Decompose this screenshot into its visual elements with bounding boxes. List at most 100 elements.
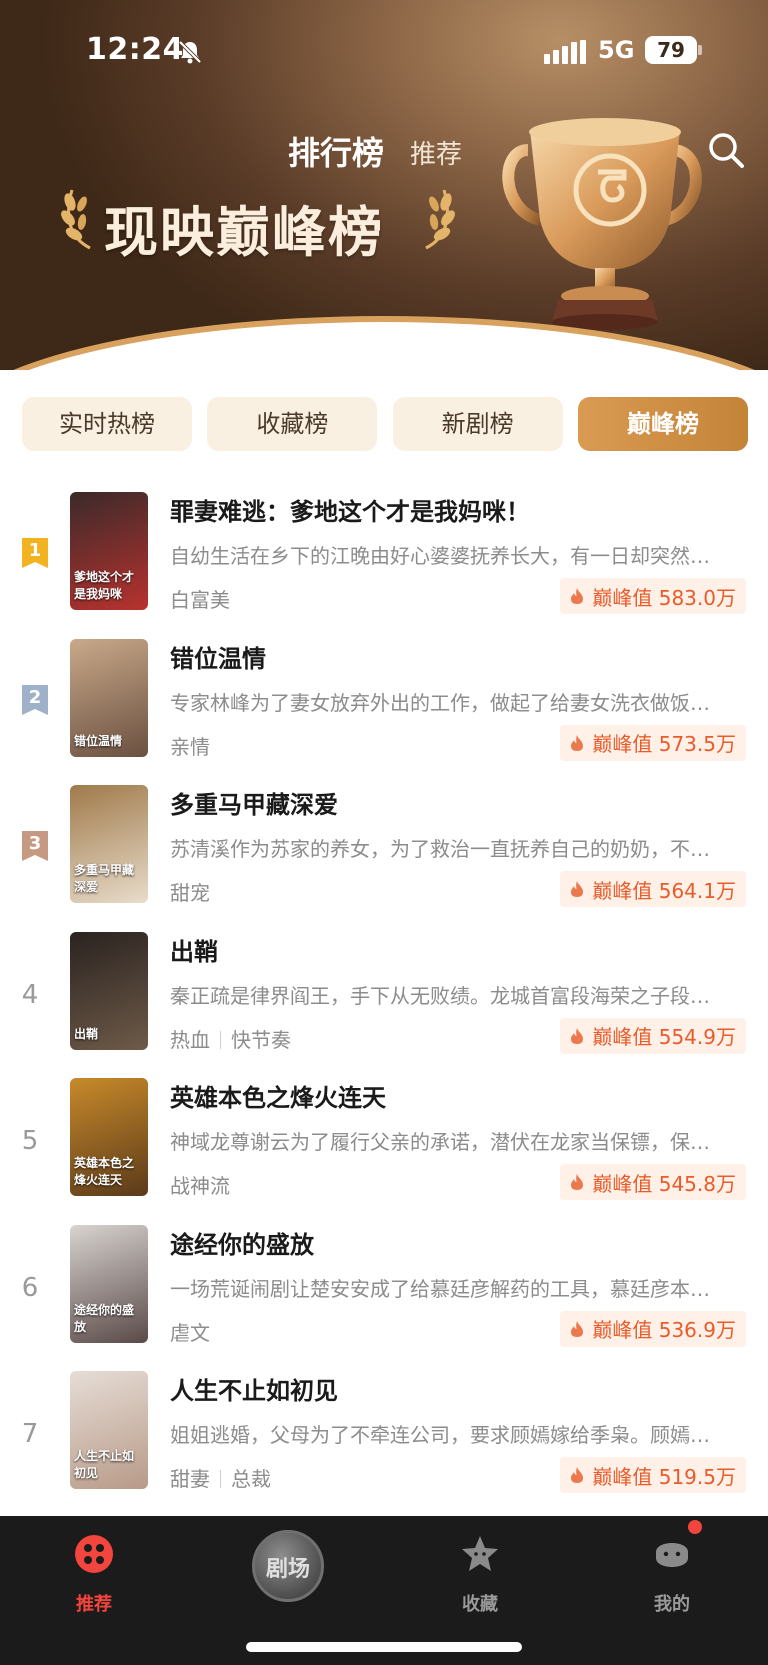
rank-number: 6 [21,1272,39,1303]
tag[interactable]: 甜宠 [170,881,210,905]
profile-icon [656,1543,688,1567]
notification-dot [688,1520,702,1534]
rank-number: 4 [21,979,39,1010]
search-icon[interactable] [706,130,746,170]
flame-icon [571,734,584,751]
banner-title: 现映巅峰榜 [104,201,384,264]
poster-image[interactable]: 爹地这个才是我妈咪 [70,492,148,610]
poster-caption: 人生不止如初见 [74,1449,135,1480]
nav-recommend-label: 推荐 [76,1594,112,1615]
tab-ranking[interactable]: 排行榜 [288,128,384,174]
drama-title[interactable]: 英雄本色之烽火连天 [170,1078,386,1113]
peak-value: 巅峰值 564.1万 [592,878,736,903]
drama-tags: 白富美 [170,584,230,613]
flame-icon [571,1174,584,1190]
recommend-icon [75,1535,113,1573]
signal-icon [544,40,586,64]
peak-value: 巅峰值 519.5万 [592,1464,736,1489]
flame-icon [571,881,584,897]
poster-caption: 多重马甲藏深爱 [74,863,135,894]
peak-value-badge: 巅峰值 545.8万 [560,1164,746,1200]
peak-value-badge: 巅峰值 536.9万 [560,1310,746,1347]
drama-title[interactable]: 罪妻难逃：爹地这个才是我妈咪！ [170,492,530,527]
poster-image[interactable]: 多重马甲藏深爱 [70,785,148,903]
tag[interactable]: 白富美 [170,588,230,612]
list-item[interactable]: 6 途经你的盛放 途经你的盛放 一场荒诞闹剧让楚安安成了给慕廷彦解药的工具，慕廷… [0,1223,768,1370]
status-time: 12:24 [86,32,184,67]
poster-image[interactable]: 英雄本色之烽火连天 [70,1078,148,1196]
tag[interactable]: 亲情 [170,735,210,759]
poster-image[interactable]: 途经你的盛放 [70,1224,148,1343]
peak-value-badge: 巅峰值 583.0万 [560,578,746,614]
list-item[interactable]: 3 多重马甲藏深爱 多重马甲藏深爱 苏清溪作为苏家的养女，为了救治一直抚养自己的… [0,783,768,930]
drama-title[interactable]: 错位温情 [170,639,266,674]
peak-value: 巅峰值 545.8万 [592,1171,736,1196]
drama-title[interactable]: 出鞘 [170,932,218,967]
drama-description: 姐姐逃婚，父母为了不牵连公司，要求顾嫣嫁给季枭。顾嫣… [170,1423,710,1447]
poster-image[interactable]: 人生不止如初见 [70,1371,148,1489]
flame-icon [571,1320,584,1337]
rank-number: 7 [21,1419,39,1449]
nav-favorites[interactable]: 收藏 [430,1528,530,1628]
drama-tags: 亲情 [170,731,210,760]
home-indicator[interactable] [246,1642,522,1652]
poster-caption: 英雄本色之烽火连天 [74,1156,135,1187]
mute-bell-icon [178,40,202,64]
drama-description: 自幼生活在乡下的江晚由好心婆婆抚养长大，有一日却突然… [170,544,710,568]
list-item[interactable]: 2 错位温情 错位温情 专家林峰为了妻女放弃外出的工作，做起了给妻女洗衣做饭… … [0,637,768,784]
peak-value-badge: 巅峰值 519.5万 [560,1457,746,1493]
peak-value-badge: 巅峰值 564.1万 [560,871,746,907]
drama-tags: 虐文 [170,1317,210,1346]
nav-favorites-label: 收藏 [462,1594,498,1615]
tag[interactable]: 虐文 [170,1321,210,1345]
drama-title[interactable]: 人生不止如初见 [170,1371,338,1406]
list-item[interactable]: 4 出鞘 出鞘 秦正疏是律界阎王，手下从无败绩。龙城首富段海荣之子段… 热血 快节… [0,930,768,1077]
drama-description: 一场荒诞闹剧让楚安安成了给慕廷彦解药的工具，慕廷彦本… [170,1276,710,1301]
list-item[interactable]: 7 人生不止如初见 人生不止如初见 姐姐逃婚，父母为了不牵连公司，要求顾嫣嫁给季… [0,1369,768,1516]
nav-theater[interactable]: 剧场 [252,1530,324,1602]
status-bar: 12:24 5G 79 [0,0,768,100]
peak-value: 巅峰值 536.9万 [592,1318,736,1342]
tab-recommend[interactable]: 推荐 [410,134,462,171]
poster-caption: 出鞘 [74,1026,99,1041]
tag-separator [220,1030,221,1049]
poster-caption: 爹地这个才是我妈咪 [74,570,135,601]
nav-mine-label: 我的 [654,1594,690,1615]
tag[interactable]: 总裁 [231,1467,271,1491]
poster-caption: 错位温情 [74,733,123,748]
drama-title[interactable]: 多重马甲藏深爱 [170,785,338,820]
drama-description: 秦正疏是律界阎王，手下从无败绩。龙城首富段海荣之子段… [170,983,710,1008]
poster-image[interactable]: 错位温情 [70,638,148,757]
nav-mine[interactable]: 我的 [622,1528,722,1628]
peak-value-badge: 巅峰值 573.5万 [560,724,746,761]
drama-tags: 甜宠 [170,877,210,906]
ranking-list: 1 爹地这个才是我妈咪 罪妻难逃：爹地这个才是我妈咪！ 自幼生活在乡下的江晚由好… [0,490,768,1516]
peak-value: 巅峰值 554.9万 [592,1025,736,1049]
trophy-icon [502,118,702,330]
rank-badge-icon: 2 [22,684,48,715]
flame-icon [571,1027,584,1044]
category-tabs: 实时热榜 收藏榜 新剧榜 巅峰榜 [22,397,748,451]
rank-badge-icon: 3 [22,831,48,861]
cat-tab-favorites[interactable]: 收藏榜 [207,397,378,451]
cat-tab-new[interactable]: 新剧榜 [392,397,563,451]
drama-description: 苏清溪作为苏家的养女，为了救治一直抚养自己的奶奶，不… [170,837,710,861]
poster-caption: 途经你的盛放 [74,1302,135,1334]
network-type: 5G [598,36,635,64]
tag[interactable]: 甜妻 [170,1467,210,1491]
cat-tab-realtime[interactable]: 实时热榜 [22,397,192,451]
poster-image[interactable]: 出鞘 [70,931,148,1050]
rank-number: 5 [21,1126,39,1156]
nav-recommend[interactable]: 推荐 [44,1528,144,1628]
tag[interactable]: 快节奏 [231,1028,291,1052]
rank-badge-icon: 1 [22,538,48,568]
laurel-right-icon [425,189,455,250]
list-item[interactable]: 1 爹地这个才是我妈咪 罪妻难逃：爹地这个才是我妈咪！ 自幼生活在乡下的江晚由好… [0,490,768,637]
peak-value: 巅峰值 583.0万 [592,585,736,610]
header-banner: 12:24 5G 79 排行榜 推荐 现映巅峰榜 [0,0,768,370]
drama-title[interactable]: 途经你的盛放 [170,1225,314,1260]
cat-tab-peak[interactable]: 巅峰榜 [577,397,748,451]
tag[interactable]: 热血 [170,1028,210,1052]
list-item[interactable]: 5 英雄本色之烽火连天 英雄本色之烽火连天 神域龙尊谢云为了履行父亲的承诺，潜伏… [0,1076,768,1223]
tag[interactable]: 战神流 [170,1174,230,1198]
